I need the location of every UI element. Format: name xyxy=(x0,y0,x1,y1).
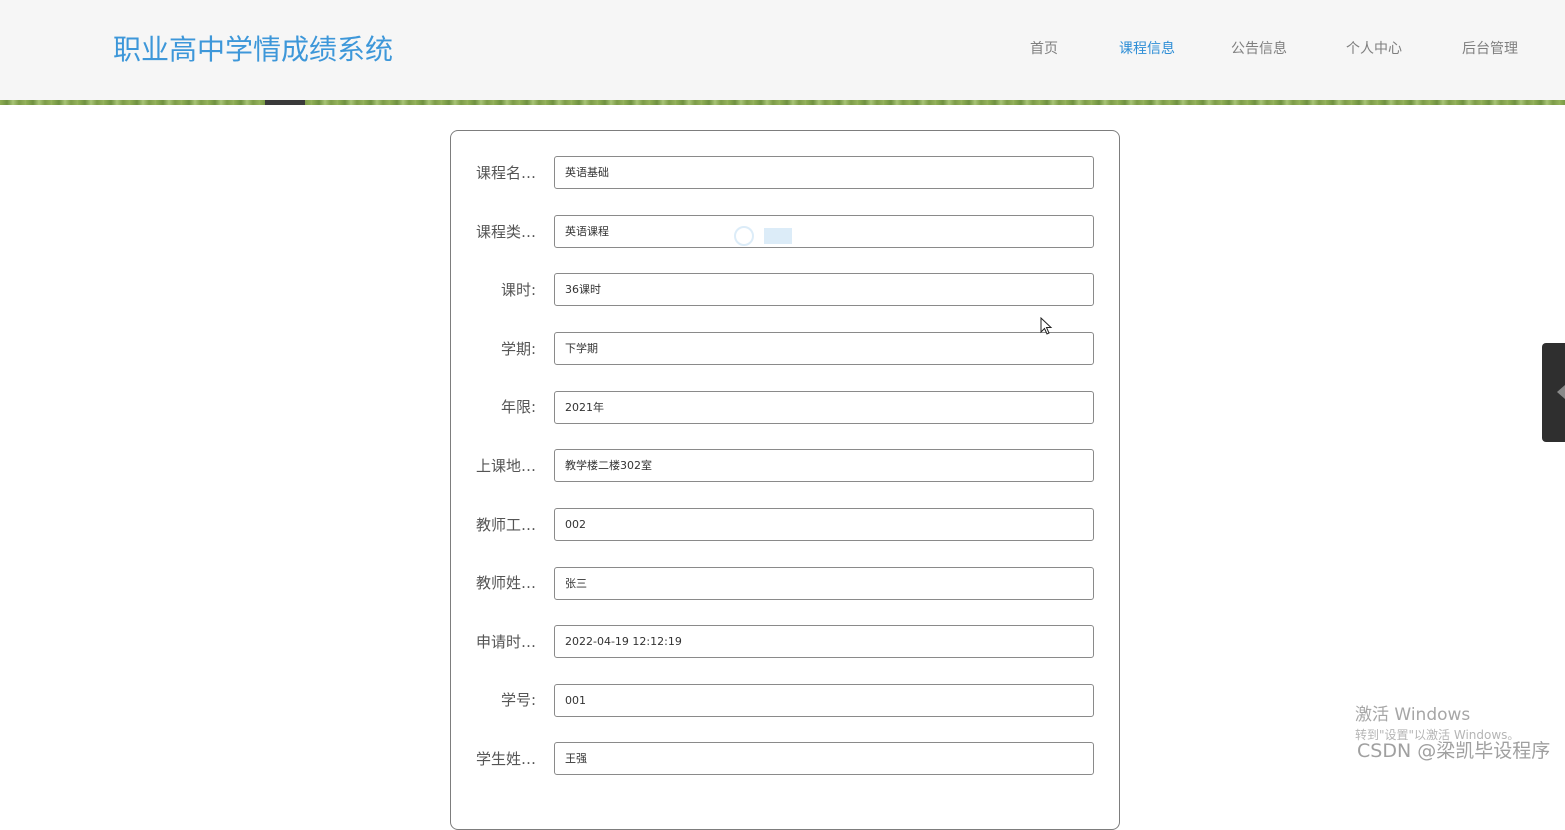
field-label-location: 上课地… xyxy=(475,457,536,475)
field-label-student-id: 学号: xyxy=(500,691,536,709)
field-label-hours: 课时: xyxy=(500,281,536,299)
nav-admin[interactable]: 后台管理 xyxy=(1462,38,1518,60)
site-header: 职业高中学情成绩系统 首页 课程信息 公告信息 个人中心 后台管理 xyxy=(0,0,1565,100)
chevron-left-icon xyxy=(1557,385,1565,399)
nav-personal-center[interactable]: 个人中心 xyxy=(1346,38,1402,60)
nav-course-info[interactable]: 课程信息 xyxy=(1119,38,1175,60)
field-label-teacher-id: 教师工… xyxy=(475,516,536,534)
student-id-input[interactable]: 001 xyxy=(554,684,1094,717)
faded-toast-overlay xyxy=(724,220,860,262)
hours-input[interactable]: 36课时 xyxy=(554,273,1094,306)
year-input[interactable]: 2021年 xyxy=(554,391,1094,424)
windows-activation-title: 激活 Windows xyxy=(1355,705,1471,725)
field-label-course-name: 课程名… xyxy=(475,164,536,182)
banner-dark-patch xyxy=(265,100,305,105)
teacher-name-input[interactable]: 张三 xyxy=(554,567,1094,600)
field-label-year: 年限: xyxy=(500,398,536,416)
field-label-teacher-name: 教师姓… xyxy=(475,574,536,592)
csdn-watermark: CSDN @梁凯毕设程序 xyxy=(1357,740,1551,762)
teacher-id-input[interactable]: 002 xyxy=(554,508,1094,541)
nav-home[interactable]: 首页 xyxy=(1030,38,1058,60)
mouse-pointer-icon xyxy=(1040,316,1054,341)
student-name-input[interactable]: 王强 xyxy=(554,742,1094,775)
site-title[interactable]: 职业高中学情成绩系统 xyxy=(113,30,393,70)
location-input[interactable]: 教学楼二楼302室 xyxy=(554,449,1094,482)
smiley-icon xyxy=(734,226,754,246)
field-label-apply-time: 申请时… xyxy=(475,633,536,651)
side-panel-toggle[interactable] xyxy=(1542,343,1565,442)
field-label-semester: 学期: xyxy=(500,340,536,358)
header-banner-strip xyxy=(0,100,1565,105)
course-name-input[interactable]: 英语基础 xyxy=(554,156,1094,189)
semester-input[interactable]: 下学期 xyxy=(554,332,1094,365)
field-label-course-type: 课程类… xyxy=(475,223,536,241)
toast-badge xyxy=(764,228,792,244)
nav-announcements[interactable]: 公告信息 xyxy=(1231,38,1287,60)
apply-time-input[interactable]: 2022-04-19 12:12:19 xyxy=(554,625,1094,658)
field-label-student-name: 学生姓… xyxy=(475,750,536,768)
